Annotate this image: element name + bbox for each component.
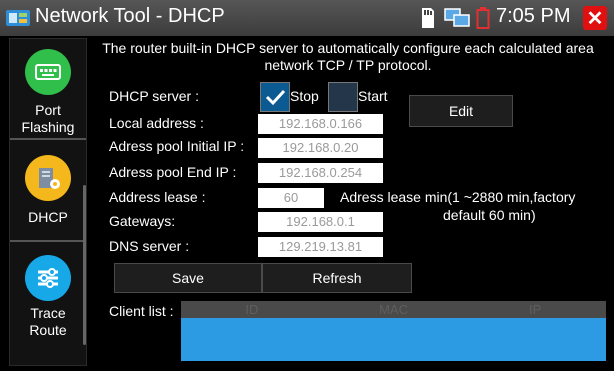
pool-end-label: Adress pool End IP : [109, 164, 237, 180]
pool-end-field[interactable]: 192.168.0.254 [258, 163, 383, 183]
title-bar: Network Tool - DHCP 7:05 PM ✕ [0, 0, 614, 36]
column-id: ID [245, 302, 259, 317]
client-list-label: Client list : [109, 303, 174, 319]
sidebar-item-label: Port Flashing [21, 102, 75, 135]
sidebar: Port Flashing DHCP Trace Route [9, 38, 87, 366]
network-tool-app-icon [6, 10, 30, 26]
dns-field[interactable]: 129.219.13.81 [258, 237, 383, 257]
edit-button[interactable]: Edit [409, 95, 513, 127]
dns-label: DNS server : [109, 238, 190, 254]
lease-hint-line2: default 60 min) [443, 207, 536, 223]
lease-hint-line1: Adress lease min(1 ~2880 min,factory [340, 189, 576, 205]
stop-checkbox[interactable] [260, 82, 290, 112]
gateways-field[interactable]: 192.168.0.1 [258, 212, 383, 232]
sidebar-item-port-flashing[interactable]: Port Flashing [10, 49, 86, 136]
intro-text: The router built-in DHCP server to autom… [102, 40, 594, 73]
sidebar-divider [10, 240, 86, 242]
lease-field[interactable]: 60 [258, 188, 324, 208]
start-label: Start [358, 88, 388, 104]
sidebar-scrollbar[interactable] [83, 185, 86, 345]
port-flashing-icon [25, 49, 71, 95]
pool-initial-label: Adress pool Initial IP : [109, 138, 245, 154]
dhcp-panel: The router built-in DHCP server to autom… [87, 38, 614, 371]
stop-label: Stop [290, 88, 319, 104]
trace-route-icon [25, 255, 71, 301]
sd-card-icon [422, 8, 434, 28]
sidebar-item-label: DHCP [28, 209, 68, 225]
window-title: Network Tool - DHCP [35, 5, 225, 27]
local-address-label: Local address : [109, 115, 204, 131]
lease-label: Address lease : [109, 189, 206, 205]
sidebar-item-dhcp[interactable]: DHCP [10, 155, 86, 226]
refresh-button[interactable]: Refresh [262, 263, 412, 293]
close-button[interactable]: ✕ [583, 6, 607, 30]
close-icon: ✕ [586, 7, 604, 30]
check-icon [265, 89, 286, 106]
dhcp-icon [25, 155, 71, 201]
client-list-table[interactable]: ID MAC IP [181, 301, 606, 361]
save-button[interactable]: Save [114, 263, 262, 293]
gateways-label: Gateways: [109, 213, 176, 229]
sidebar-item-label: Trace Route [29, 305, 67, 338]
start-checkbox[interactable] [328, 82, 358, 112]
pool-initial-field[interactable]: 192.168.0.20 [258, 138, 383, 158]
clock: 7:05 PM [496, 5, 571, 27]
network-connection-icon [444, 8, 470, 27]
local-address-field[interactable]: 192.168.0.166 [258, 114, 383, 134]
sidebar-divider [10, 138, 86, 140]
client-list-header: ID MAC IP [181, 301, 606, 318]
column-ip: IP [529, 302, 542, 317]
dhcp-server-label: DHCP server : [109, 88, 199, 104]
battery-icon [476, 7, 490, 29]
sidebar-item-trace-route[interactable]: Trace Route [10, 255, 86, 339]
column-mac: MAC [379, 302, 408, 317]
